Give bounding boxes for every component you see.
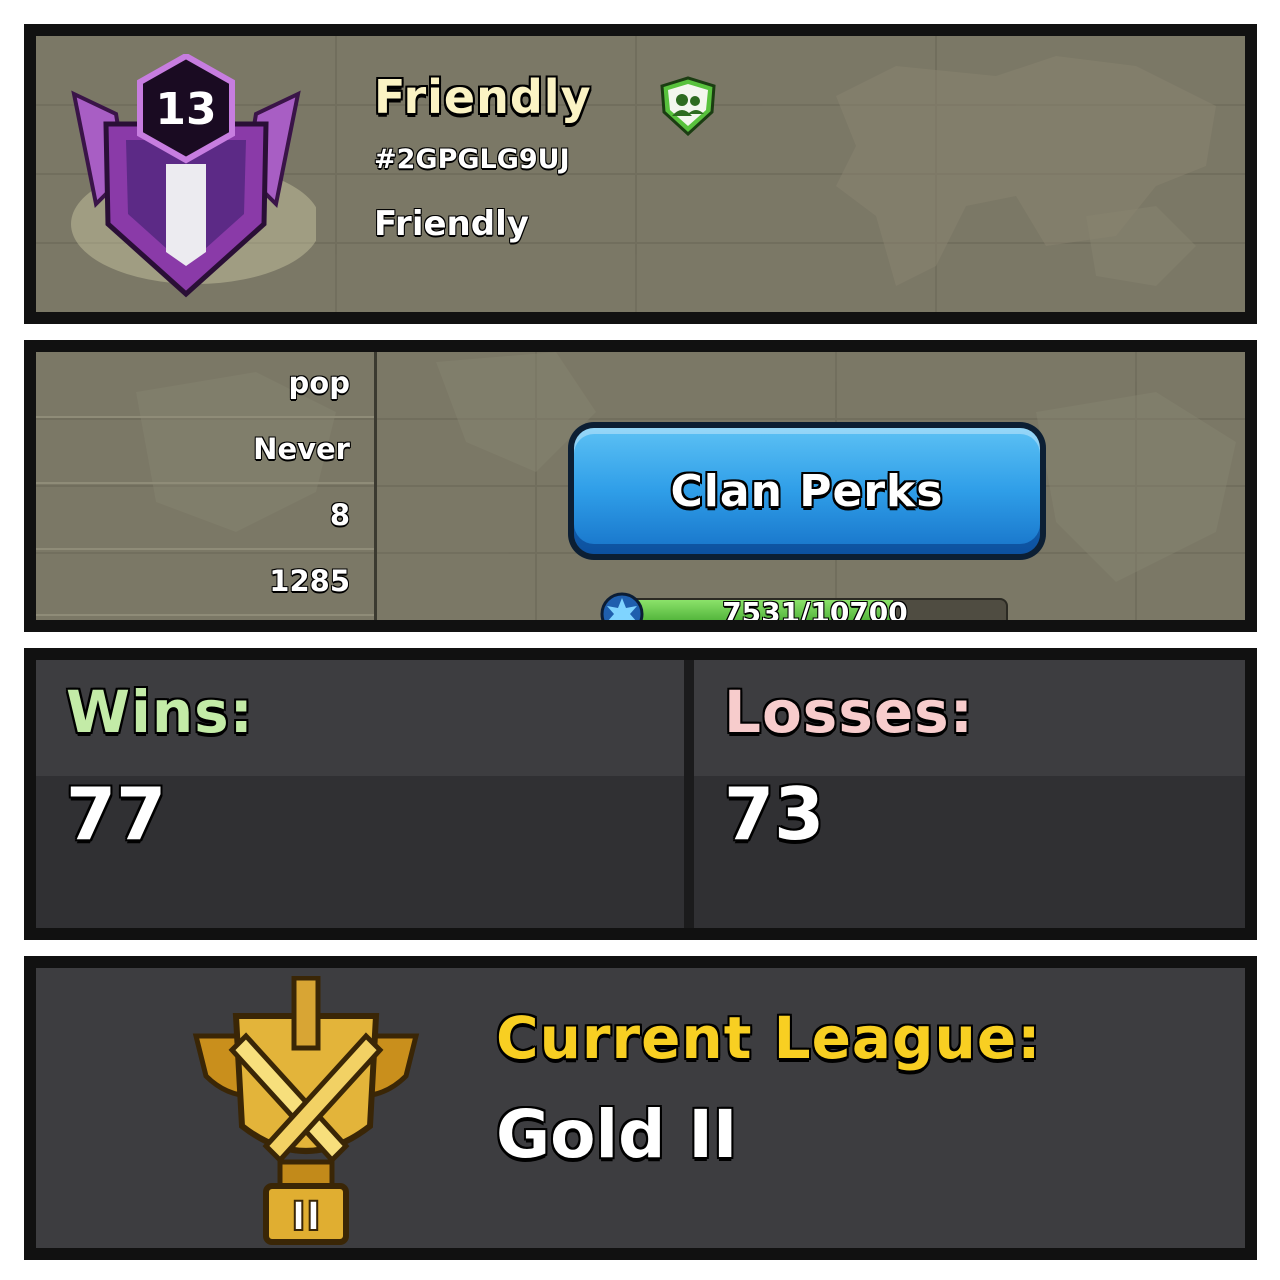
league-background: II Current League: Gold II — [36, 968, 1245, 1248]
wins-section: Wins: 77 — [36, 660, 684, 928]
current-league-value: Gold II — [496, 1096, 738, 1173]
war-record-divider — [684, 660, 694, 928]
clan-level-label: 13 — [155, 84, 216, 135]
clan-badge-icon: 13 — [71, 54, 316, 298]
clan-tag: #2GPGLG9UJ — [374, 144, 570, 175]
clan-name: Friendly — [374, 70, 592, 124]
gold-league-trophy-icon: II — [192, 976, 420, 1245]
stat-row: Never — [36, 418, 374, 484]
stat-value: pop — [288, 366, 350, 400]
stat-value: 1285 — [269, 564, 350, 598]
league-panel: II Current League: Gold II — [24, 956, 1257, 1260]
war-record-panel: Wins: 77 Losses: 73 — [24, 648, 1257, 940]
clan-perks-button[interactable]: Clan Perks — [568, 422, 1046, 560]
wins-value: 77 — [66, 772, 167, 856]
losses-section: Losses: 73 — [694, 660, 1245, 928]
clan-xp-text: 7531/10700 — [722, 598, 908, 620]
clan-xp-bar: 7531/10700 — [622, 598, 1008, 620]
stat-row: pop — [36, 352, 374, 418]
war-record-background: Wins: 77 Losses: 73 — [36, 660, 1245, 928]
stat-value: 8 — [329, 498, 350, 532]
stat-value: Never — [253, 432, 350, 466]
losses-value: 73 — [724, 772, 825, 856]
current-league-label: Current League: — [496, 1004, 1042, 1072]
stat-row: 8 — [36, 484, 374, 550]
clan-stats-column: pop Never 8 1285 — [36, 352, 377, 620]
stat-row: 1285 — [36, 550, 374, 616]
clan-perks-button-face[interactable]: Clan Perks — [574, 428, 1040, 554]
clan-info-panel: pop Never 8 1285 Clan Perks 7531/10700 — [24, 340, 1257, 632]
clan-header-panel: 13 Friendly #2GPGLG9UJ Friendly — [24, 24, 1257, 324]
clan-info-background: pop Never 8 1285 Clan Perks 7531/10700 — [36, 352, 1245, 620]
wins-label: Wins: — [66, 678, 254, 746]
losses-label: Losses: — [724, 678, 974, 746]
shield-people-icon[interactable] — [656, 76, 720, 136]
league-rank-numeral: II — [291, 1194, 321, 1240]
clan-type: Friendly — [374, 204, 529, 244]
clan-header-background: 13 Friendly #2GPGLG9UJ Friendly — [36, 36, 1245, 312]
clan-xp-star-icon — [600, 592, 644, 620]
clan-perks-label: Clan Perks — [670, 465, 944, 517]
